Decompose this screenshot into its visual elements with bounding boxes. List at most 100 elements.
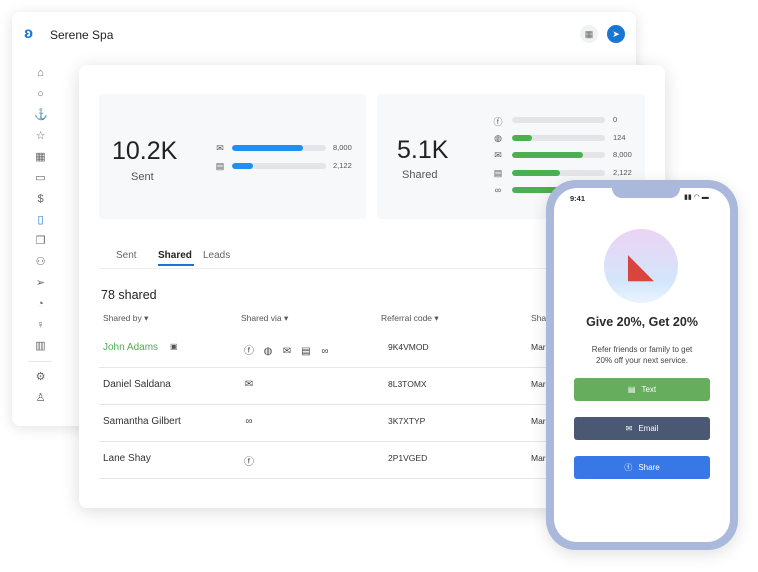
document-icon[interactable]: ▯ xyxy=(34,214,47,227)
anchor-icon[interactable]: ⚓ xyxy=(34,109,48,122)
shared-bar-track xyxy=(512,169,605,176)
shared-label: Shared xyxy=(402,169,438,181)
sent-bar-value: 8,000 xyxy=(333,143,352,152)
party-popper-icon: ◣ xyxy=(604,229,678,303)
referral-code: 2P1VGED xyxy=(388,453,428,463)
shared-by-name[interactable]: John Adams xyxy=(103,342,158,353)
sent-panel: 10.2K Sent ✉ 8,000 ▤ 2,122 xyxy=(99,94,366,219)
referral-code: 8L3TOMX xyxy=(388,379,427,389)
shared-by-name: Lane Shay xyxy=(103,453,151,464)
shared-bar-value: 0 xyxy=(613,115,618,124)
button-label: Email xyxy=(638,424,659,433)
link-icon: ∞ xyxy=(321,346,329,357)
shared-bar-fill xyxy=(512,169,561,176)
email-icon: ✉ xyxy=(625,424,633,433)
star-icon[interactable]: ☆ xyxy=(34,130,47,143)
shared-by-name: Daniel Saldana xyxy=(103,379,171,390)
facebook-icon: ⓕ xyxy=(244,346,254,357)
phone-notch xyxy=(612,188,680,198)
header-label: Shared by xyxy=(103,313,142,323)
lightbulb-icon[interactable]: ♀ xyxy=(34,319,47,332)
shared-date: Mar xyxy=(531,379,546,389)
header-shared-on[interactable]: Sha xyxy=(531,313,546,323)
header-shared-by[interactable]: Shared by ▾ xyxy=(103,313,148,324)
status-icons: ▮▮ ◠ ▬ xyxy=(684,194,709,201)
users-icon[interactable]: ⚇ xyxy=(34,256,47,269)
text-message-icon: ▤ xyxy=(301,346,311,357)
share-button[interactable]: ⓕ Share xyxy=(574,456,710,479)
subtitle-line: 20% off your next service. xyxy=(596,356,688,365)
active-tab-indicator xyxy=(158,264,194,266)
text-button[interactable]: ▤ Text xyxy=(574,378,710,401)
settings-icon[interactable]: ⚙ xyxy=(34,371,47,384)
copy-icon[interactable]: ❐ xyxy=(34,235,47,248)
referral-code: 3K7XTYP xyxy=(388,416,426,426)
tab-leads[interactable]: Leads xyxy=(203,250,230,261)
shared-via-icons: ⓕ ◍ ✉ ▤ ∞ xyxy=(243,342,338,357)
bar-chart-icon[interactable]: ▥ xyxy=(34,340,47,353)
shared-value: 5.1K xyxy=(397,136,449,164)
qr-code-icon: ▣ xyxy=(170,342,178,351)
shared-date: Mar xyxy=(531,453,546,463)
shared-date: Mar xyxy=(531,342,546,352)
paper-plane-icon[interactable]: ➤ xyxy=(607,25,625,43)
logo-icon: ʚ xyxy=(24,25,34,42)
sidebar-divider xyxy=(28,361,52,362)
button-label: Share xyxy=(638,463,660,472)
tab-shared[interactable]: Shared xyxy=(158,250,192,261)
shared-bar-value: 8,000 xyxy=(613,150,632,159)
calendar-icon[interactable]: ▭ xyxy=(34,172,47,185)
referral-code: 9K4VMOD xyxy=(388,342,429,352)
grid-table-icon[interactable]: ▦ xyxy=(34,151,47,164)
header-referral-code[interactable]: Referral code ▾ xyxy=(381,313,439,324)
text-message-icon: ▤ xyxy=(215,161,225,171)
tab-sent[interactable]: Sent xyxy=(116,250,137,261)
sent-value: 10.2K xyxy=(112,137,178,165)
shared-bar-track xyxy=(512,152,605,158)
chat-icon[interactable]: ○ xyxy=(34,88,47,101)
grid-icon[interactable]: ▦ xyxy=(580,25,598,43)
messenger-icon: ◍ xyxy=(263,346,273,357)
user-icon[interactable]: ♙ xyxy=(34,392,47,405)
shared-bar-value: 124 xyxy=(613,132,626,142)
link-icon: ∞ xyxy=(245,416,253,427)
pie-chart-icon[interactable]: ◔ xyxy=(34,298,47,311)
facebook-icon: ⓕ xyxy=(493,117,503,127)
sent-bar-track xyxy=(232,145,326,151)
shared-via-icons: ∞ xyxy=(243,416,262,427)
header-label: Shared via xyxy=(241,313,282,323)
sent-bar-value: 2,122 xyxy=(333,161,352,170)
app-title: Serene Spa xyxy=(50,28,114,42)
shared-date: Mar xyxy=(531,416,546,426)
shared-bar-track xyxy=(512,117,605,123)
shared-via-icons: ⓕ xyxy=(243,453,262,468)
shared-count: 78 shared xyxy=(101,288,157,302)
link-icon: ∞ xyxy=(494,185,502,195)
email-icon: ✉ xyxy=(216,143,224,153)
promo-title: Give 20%, Get 20% xyxy=(586,315,698,329)
shared-bar-track xyxy=(512,134,605,141)
shared-bar-value: 2,122 xyxy=(613,167,632,177)
email-icon: ✉ xyxy=(282,346,292,357)
sent-bar-fill xyxy=(232,163,253,169)
status-time: 9:41 xyxy=(570,194,586,203)
home-icon[interactable]: ⌂ xyxy=(34,67,47,80)
shared-by-name: Samantha Gilbert xyxy=(103,416,181,427)
sent-bar-fill xyxy=(232,145,304,151)
shared-bar-fill xyxy=(512,152,583,158)
header-label: Referral code xyxy=(381,313,433,323)
send-icon[interactable]: ➢ xyxy=(34,277,47,290)
messenger-icon: ◍ xyxy=(494,132,502,143)
tabs-divider xyxy=(99,268,569,269)
email-button[interactable]: ✉ Email xyxy=(574,417,710,440)
promo-subtitle: Refer friends or family to get 20% off yo… xyxy=(554,344,730,366)
button-label: Text xyxy=(641,385,657,394)
subtitle-line: Refer friends or family to get xyxy=(591,345,693,354)
header-shared-via[interactable]: Shared via ▾ xyxy=(241,313,288,324)
facebook-icon: ⓕ xyxy=(244,457,254,468)
sent-label: Sent xyxy=(131,171,154,183)
phone-mockup: 9:41 ▮▮ ◠ ▬ ◣ Give 20%, Get 20% Refer fr… xyxy=(546,180,738,550)
dollar-icon[interactable]: $ xyxy=(34,193,47,206)
shared-bar-fill xyxy=(512,134,533,141)
text-message-icon: ▤ xyxy=(493,167,503,178)
